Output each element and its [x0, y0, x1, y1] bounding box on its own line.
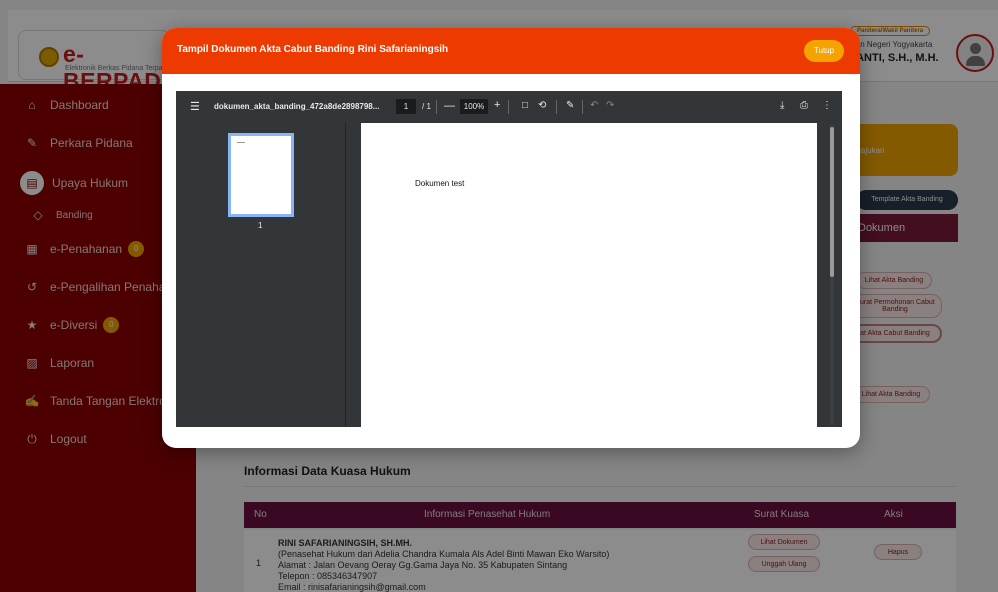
rotate-icon[interactable]: ⟲	[538, 100, 546, 111]
thumbnail-sidebar: 1	[176, 123, 346, 427]
divider	[436, 100, 437, 114]
page-number-input[interactable]: 1	[396, 99, 416, 114]
zoom-in-icon[interactable]: +	[494, 99, 500, 111]
print-icon[interactable]: ⎙	[800, 100, 808, 111]
document-area: Dokumen test	[346, 123, 842, 427]
redo-icon[interactable]: ↷	[606, 100, 614, 111]
zoom-out-icon[interactable]: —	[444, 100, 455, 112]
modal-title: Tampil Dokumen Akta Cabut Banding Rini S…	[177, 44, 449, 55]
zoom-input[interactable]: 100%	[460, 99, 488, 114]
download-icon[interactable]: ⤓	[780, 100, 784, 111]
document-text: Dokumen test	[415, 179, 465, 188]
more-options-icon[interactable]: ⋮	[822, 100, 832, 111]
divider	[556, 100, 557, 114]
pdf-viewer: ☰ dokumen_akta_banding_472a8de2898798...…	[176, 91, 842, 427]
close-button[interactable]: Tutup	[804, 40, 844, 62]
modal-header: Tampil Dokumen Akta Cabut Banding Rini S…	[162, 28, 860, 74]
thumbnail-text-mark	[237, 142, 245, 143]
pdf-toolbar: ☰ dokumen_akta_banding_472a8de2898798...…	[176, 91, 842, 123]
page-thumbnail[interactable]	[228, 133, 294, 217]
thumbnail-label: 1	[258, 221, 263, 230]
menu-icon[interactable]: ☰	[190, 100, 200, 113]
divider	[508, 100, 509, 114]
pdf-filename: dokumen_akta_banding_472a8de2898798...	[214, 102, 380, 111]
document-modal: Tampil Dokumen Akta Cabut Banding Rini S…	[162, 28, 860, 448]
page-total: / 1	[422, 102, 431, 111]
divider	[582, 100, 583, 114]
scrollbar-thumb[interactable]	[830, 127, 834, 277]
fit-page-icon[interactable]: □	[522, 100, 528, 111]
document-page: Dokumen test	[361, 123, 817, 427]
undo-icon[interactable]: ↶	[590, 100, 598, 111]
annotate-icon[interactable]: ✎	[566, 100, 574, 111]
